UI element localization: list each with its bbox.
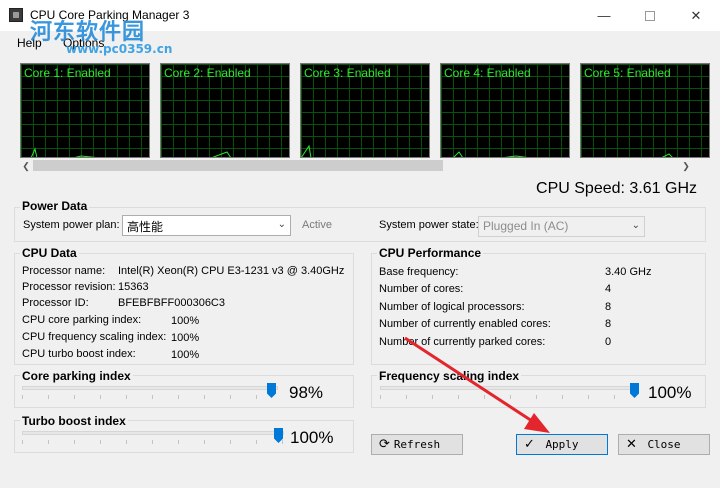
cpu-data-value: 100% xyxy=(171,332,200,344)
turbo-boost-title: Turbo boost index xyxy=(20,414,128,428)
minimize-button[interactable]: — xyxy=(581,0,627,31)
core-label: Core 2: Enabled xyxy=(164,66,251,80)
cpu-data-label: CPU frequency scaling index: xyxy=(22,331,167,343)
scroll-right-icon[interactable]: ❯ xyxy=(679,159,693,173)
cpu-perf-value: 8 xyxy=(605,301,612,313)
turbo-boost-track[interactable] xyxy=(22,431,284,435)
cpu-perf-label: Number of logical processors: xyxy=(379,301,525,313)
close-icon: ✕ xyxy=(626,437,637,452)
power-plan-value: 高性能 xyxy=(127,220,164,234)
cpu-data-label: CPU turbo boost index: xyxy=(22,348,136,360)
cpu-perf-label: Number of cores: xyxy=(379,283,464,295)
core-graphs-scrollbar[interactable]: ❮ ❯ xyxy=(19,159,693,173)
cpu-data-value: Intel(R) Xeon(R) CPU E3-1231 v3 @ 3.40GH… xyxy=(118,265,345,277)
cpu-data-label: Processor revision: xyxy=(22,281,116,293)
maximize-button[interactable] xyxy=(627,0,673,31)
scroll-left-icon[interactable]: ❮ xyxy=(19,159,33,173)
frequency-scaling-track[interactable] xyxy=(380,386,639,390)
apply-button[interactable]: ✓ Apply xyxy=(516,434,608,455)
close-window-button[interactable]: ✕ xyxy=(673,0,719,31)
power-plan-label: System power plan: xyxy=(23,219,120,231)
core-graph-1: Core 1: Enabled xyxy=(20,63,150,158)
apply-label: Apply xyxy=(545,438,579,451)
power-state-value: Plugged In (AC) xyxy=(483,219,569,233)
chevron-down-icon: ⌄ xyxy=(277,219,286,230)
cpu-data-value: 100% xyxy=(171,315,200,327)
cpu-perf-value: 3.40 GHz xyxy=(605,266,652,278)
watermark: 河东软件园 www.pc0359.cn xyxy=(6,14,172,56)
core-label: Core 5: Enabled xyxy=(584,66,671,80)
power-state-label: System power state: xyxy=(379,219,479,231)
core-parking-value: 98% xyxy=(289,383,324,402)
cpu-perf-value: 8 xyxy=(605,318,612,330)
turbo-boost-ticks xyxy=(22,440,284,444)
check-icon: ✓ xyxy=(524,437,535,452)
cpu-perf-label: Base frequency: xyxy=(379,266,459,278)
core-label: Core 3: Enabled xyxy=(304,66,391,80)
cpu-data-value: 15363 xyxy=(118,281,149,293)
core-label: Core 4: Enabled xyxy=(444,66,531,80)
cpu-data-label: Processor ID: xyxy=(22,297,89,309)
frequency-scaling-ticks xyxy=(380,395,639,399)
scroll-thumb[interactable] xyxy=(33,160,443,171)
close-label: Close xyxy=(647,438,681,451)
refresh-button[interactable]: ⟳ Refresh xyxy=(371,434,463,455)
watermark-url: www.pc0359.cn xyxy=(66,42,173,56)
power-data-title: Power Data xyxy=(20,199,90,213)
cpu-data-value: BFEBFBFF000306C3 xyxy=(118,297,225,309)
cpu-perf-value: 0 xyxy=(605,336,612,348)
maximize-icon xyxy=(645,10,655,21)
cpu-perf-value: 4 xyxy=(605,283,612,295)
cpu-perf-label: Number of currently parked cores: xyxy=(379,336,546,348)
cpu-performance-title: CPU Performance xyxy=(377,246,484,260)
close-button[interactable]: ✕ Close xyxy=(618,434,710,455)
frequency-scaling-value: 100% xyxy=(648,383,692,402)
core-label: Core 1: Enabled xyxy=(24,66,111,80)
power-state-select: Plugged In (AC) ⌄ xyxy=(478,216,645,237)
core-parking-track[interactable] xyxy=(22,386,278,390)
core-graph-4: Core 4: Enabled xyxy=(440,63,570,158)
refresh-icon: ⟳ xyxy=(379,437,390,452)
power-plan-select[interactable]: 高性能 ⌄ xyxy=(122,215,291,236)
refresh-label: Refresh xyxy=(393,438,441,451)
cpu-data-value: 100% xyxy=(171,349,200,361)
cpu-data-label: CPU core parking index: xyxy=(22,314,142,326)
chevron-down-icon: ⌄ xyxy=(631,220,640,231)
core-graph-3: Core 3: Enabled xyxy=(300,63,430,158)
core-parking-title: Core parking index xyxy=(20,369,133,383)
power-plan-status: Active xyxy=(302,219,332,231)
cpu-perf-label: Number of currently enabled cores: xyxy=(379,318,551,330)
turbo-boost-value: 100% xyxy=(290,428,334,447)
cpu-data-label: Processor name: xyxy=(22,265,106,277)
cpu-data-title: CPU Data xyxy=(20,246,79,260)
core-graph-2: Core 2: Enabled xyxy=(160,63,290,158)
frequency-scaling-title: Frequency scaling index xyxy=(377,369,522,383)
cpu-speed: CPU Speed: 3.61 GHz xyxy=(536,180,697,197)
core-parking-ticks xyxy=(22,395,278,399)
core-graph-5: Core 5: Enabled xyxy=(580,63,710,158)
